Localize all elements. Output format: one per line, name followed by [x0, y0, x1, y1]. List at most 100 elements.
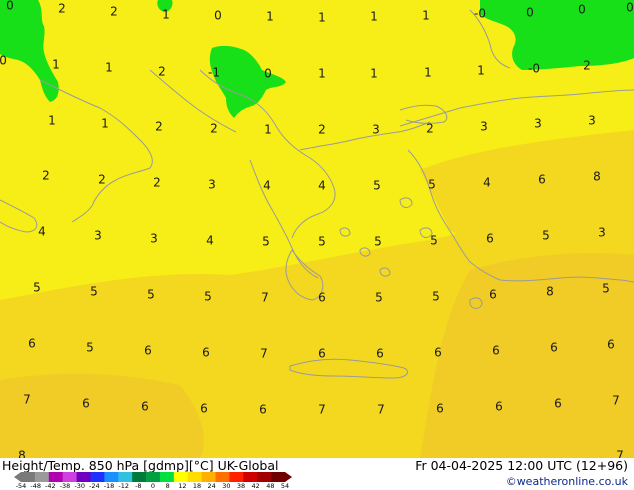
legend-color-swatch: [187, 472, 202, 482]
map-value-label: 3: [480, 120, 488, 134]
legend-tick-label: 18: [192, 482, 202, 490]
legend-tick-label: -8: [135, 482, 142, 490]
legend-tick-label: -24: [89, 482, 100, 490]
map-value-label: 7: [616, 449, 624, 459]
map-value-label: 3: [94, 229, 102, 243]
map-value-label: 1: [477, 64, 485, 78]
map-value-label: 0: [264, 67, 272, 81]
map-value-label: 0: [0, 54, 7, 68]
map-value-label: 1: [370, 67, 378, 81]
map-value-label: 2: [426, 122, 434, 136]
legend-color-swatch: [243, 472, 258, 482]
map-value-label: 3: [588, 114, 596, 128]
map-value-label: 3: [150, 232, 158, 246]
map-value-label: 1: [52, 58, 60, 72]
map-value-label: 6: [554, 397, 562, 411]
map-value-label: 4: [38, 225, 46, 239]
map-value-label: 5: [602, 282, 610, 296]
legend-color-bar: [14, 472, 292, 482]
legend-tick-label: -48: [30, 482, 41, 490]
map-value-label: 8: [593, 170, 601, 184]
map-value-label: 0: [626, 1, 634, 15]
map-value-label: 6: [495, 400, 503, 414]
map-value-label: 6: [489, 288, 497, 302]
map-value-label: 6: [486, 232, 494, 246]
map-value-label: 6: [259, 403, 267, 417]
map-value-label: 6: [141, 400, 149, 414]
map-value-label: 4: [483, 176, 491, 190]
legend-tick-label: -42: [45, 482, 56, 490]
map-value-label: 1: [370, 10, 378, 24]
map-value-label: 1: [105, 61, 113, 75]
map-value-label: 7: [23, 393, 31, 407]
map-value-label: -1: [208, 66, 220, 80]
map-value-label: 6: [82, 397, 90, 411]
weather-map: 0 2 2 1 0 1 1 1 1 -0 0 0 0 0 1 1 2 -1 0 1 1 1 1 -0 2 1 1 2 2 1 2 3 2 3 3 3 2…: [0, 0, 634, 458]
map-value-label: 8: [546, 285, 554, 299]
map-value-label: 6: [202, 346, 210, 360]
map-value-label: 5: [90, 285, 98, 299]
legend-color-swatch: [48, 472, 63, 482]
legend-arrow-left: [14, 472, 21, 482]
legend-color-swatch: [118, 472, 133, 482]
legend-tick-labels: -54 -48 -42 -38 -30 -24 -18 -12 -8 0 8 12 18 24 30 38 42…: [14, 482, 292, 490]
credit-link[interactable]: ©weatheronline.co.uk: [506, 475, 628, 488]
map-value-label: 5: [262, 235, 270, 249]
legend-color-swatch: [21, 472, 36, 482]
map-value-label: 4: [263, 179, 271, 193]
map-value-label: 7: [377, 403, 385, 417]
map-value-label: 7: [612, 394, 620, 408]
legend-color-swatch: [132, 472, 147, 482]
map-value-label: 2: [153, 176, 161, 190]
legend-tick-label: 54: [280, 482, 290, 490]
map-value-label: 0: [578, 3, 586, 17]
map-value-label: 8: [18, 449, 26, 459]
map-value-label: 6: [434, 346, 442, 360]
legend-tick-label: -54: [15, 482, 27, 490]
map-value-label: 4: [206, 234, 214, 248]
map-value-label: -0: [474, 7, 486, 21]
map-value-label: 1: [318, 67, 326, 81]
valid-time: Fr 04-04-2025 12:00 UTC (12+96): [415, 458, 628, 473]
map-value-label: 5: [318, 235, 326, 249]
map-value-label: 7: [318, 403, 326, 417]
legend-tick-label: 0: [150, 482, 156, 490]
map-value-label: 2: [318, 123, 326, 137]
map-value-label: 7: [260, 347, 268, 361]
map-value-label: 5: [542, 229, 550, 243]
legend-color-swatch: [201, 472, 216, 482]
map-value-label: 0: [6, 0, 14, 13]
map-value-label: -0: [528, 62, 540, 76]
map-value-label: 1: [424, 66, 432, 80]
map-value-label: 5: [375, 291, 383, 305]
map-value-label: 2: [110, 5, 118, 19]
map-value-label: 2: [210, 122, 218, 136]
legend-tick-label: -18: [103, 482, 115, 490]
map-value-label: 5: [373, 179, 381, 193]
map-value-label: 6: [144, 344, 152, 358]
legend-tick-label: 48: [266, 482, 275, 490]
legend-tick-label: 24: [207, 482, 216, 490]
map-value-label: 3: [534, 117, 542, 131]
legend-tick-label: 38: [236, 482, 246, 490]
legend-color-swatch: [215, 472, 230, 482]
map-canvas: 0 2 2 1 0 1 1 1 1 -0 0 0 0 0 1 1 2 -1 0 1 1 1 1 -0 2 1 1 2 2 1 2 3 2 3 3 3 2…: [0, 0, 634, 458]
warmer-zone-southwest: [0, 373, 204, 458]
legend-tick-label: 8: [165, 482, 170, 490]
map-value-label: 0: [526, 6, 534, 20]
map-value-label: 4: [318, 179, 326, 193]
legend-color-swatch: [76, 472, 91, 482]
map-value-label: 1: [422, 9, 430, 23]
map-value-label: 1: [162, 8, 170, 22]
map-value-label: 6: [607, 338, 615, 352]
map-value-label: 5: [33, 281, 41, 295]
legend-color-swatch: [271, 472, 286, 482]
color-legend: -54 -48 -42 -38 -30 -24 -18 -12 -8 0 8 12 18 24 30 38 42…: [14, 472, 292, 490]
map-value-label: 2: [98, 173, 106, 187]
legend-color-swatch: [146, 472, 161, 482]
map-value-label: 6: [550, 341, 558, 355]
map-value-label: 6: [492, 344, 500, 358]
map-value-label: 5: [147, 288, 155, 302]
map-value-label: 6: [318, 291, 326, 305]
map-value-label: 6: [538, 173, 546, 187]
